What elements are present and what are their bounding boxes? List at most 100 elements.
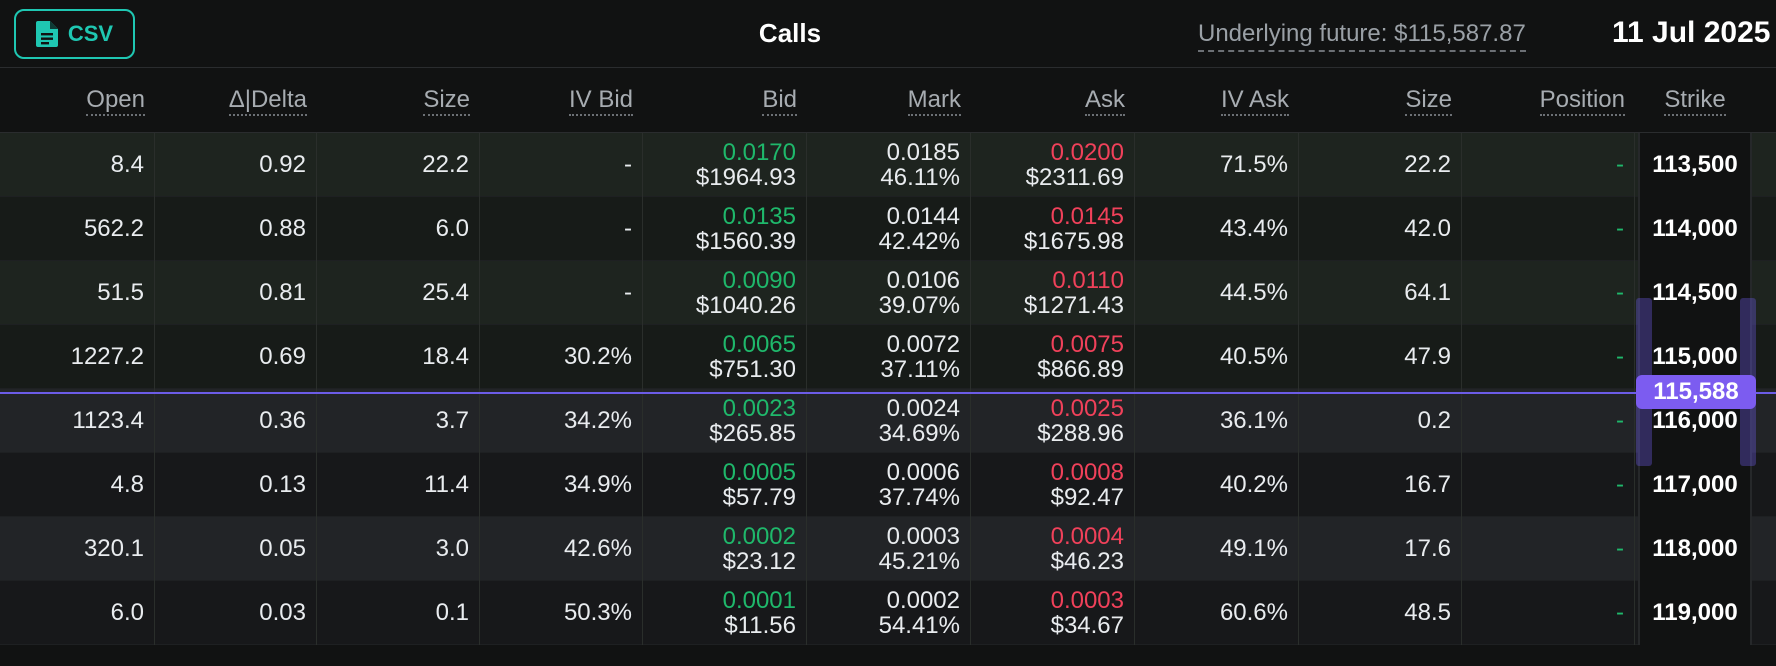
delta-cell: 0.13 bbox=[155, 453, 317, 517]
strike-cell[interactable]: 113,500 bbox=[1638, 133, 1752, 197]
table-row[interactable]: 51.5 0.81 25.4-0.0090 $1040.26 0.0106 39.07% 0… bbox=[0, 261, 1776, 325]
mark-cell: 0.0002 54.41% bbox=[807, 581, 971, 645]
delta-cell: 0.05 bbox=[155, 517, 317, 581]
col-bid[interactable]: Bid bbox=[643, 69, 807, 133]
strike-cell[interactable]: 119,000 bbox=[1638, 581, 1752, 645]
iv-ask-cell: 36.1% bbox=[1135, 389, 1299, 453]
ask-cell[interactable]: 0.0004 $46.23 bbox=[971, 517, 1135, 581]
bid-size-cell: 11.4 bbox=[317, 453, 480, 517]
col-bid-size[interactable]: Size bbox=[317, 69, 480, 133]
strike-cell[interactable]: 114,500 bbox=[1638, 261, 1752, 325]
position-cell: - bbox=[1462, 517, 1635, 581]
iv-ask-cell: 40.2% bbox=[1135, 453, 1299, 517]
open-cell: 8.4 bbox=[0, 133, 155, 197]
bid-size-cell: 6.0 bbox=[317, 197, 480, 261]
bid-size-cell: 25.4 bbox=[317, 261, 480, 325]
col-ask-size[interactable]: Size bbox=[1299, 69, 1462, 133]
open-cell: 51.5 bbox=[0, 261, 155, 325]
bid-cell[interactable]: 0.0002 $23.12 bbox=[643, 517, 807, 581]
bid-size-cell: 3.0 bbox=[317, 517, 480, 581]
mark-cell: 0.0106 39.07% bbox=[807, 261, 971, 325]
iv-ask-cell: 71.5% bbox=[1135, 133, 1299, 197]
ask-cell[interactable]: 0.0025 $288.96 bbox=[971, 389, 1135, 453]
strike-cell[interactable]: 117,000 bbox=[1638, 453, 1752, 517]
underlying-marker-line bbox=[0, 392, 1776, 394]
delta-cell: 0.69 bbox=[155, 325, 317, 389]
position-cell: - bbox=[1462, 133, 1635, 197]
mark-cell: 0.0185 46.11% bbox=[807, 133, 971, 197]
col-iv-ask[interactable]: IV Ask bbox=[1135, 69, 1299, 133]
delta-cell: 0.92 bbox=[155, 133, 317, 197]
strike-cell[interactable]: 114,000 bbox=[1638, 197, 1752, 261]
open-cell: 6.0 bbox=[0, 581, 155, 645]
mark-cell: 0.0024 34.69% bbox=[807, 389, 971, 453]
iv-bid-cell: 42.6% bbox=[480, 517, 643, 581]
open-cell: 562.2 bbox=[0, 197, 155, 261]
bid-cell[interactable]: 0.0170 $1964.93 bbox=[643, 133, 807, 197]
underlying-price[interactable]: Underlying future: $115,587.87 bbox=[1198, 20, 1526, 52]
ask-size-cell: 22.2 bbox=[1299, 133, 1462, 197]
iv-bid-cell: - bbox=[480, 261, 643, 325]
page-title: Calls bbox=[758, 18, 822, 48]
bid-cell[interactable]: 0.0090 $1040.26 bbox=[643, 261, 807, 325]
ask-cell[interactable]: 0.0110 $1271.43 bbox=[971, 261, 1135, 325]
position-cell: - bbox=[1462, 453, 1635, 517]
position-cell: - bbox=[1462, 581, 1635, 645]
ask-cell[interactable]: 0.0200 $2311.69 bbox=[971, 133, 1135, 197]
bid-cell[interactable]: 0.0023 $265.85 bbox=[643, 389, 807, 453]
iv-ask-cell: 60.6% bbox=[1135, 581, 1299, 645]
open-cell: 320.1 bbox=[0, 517, 155, 581]
col-delta[interactable]: Δ|Delta bbox=[155, 69, 317, 133]
table-row[interactable]: 8.4 0.92 22.2-0.0170 $1964.93 0.0185 46.11% 0.… bbox=[0, 133, 1776, 197]
ask-size-cell: 0.2 bbox=[1299, 389, 1462, 453]
ask-size-cell: 17.6 bbox=[1299, 517, 1462, 581]
file-icon bbox=[35, 21, 58, 47]
expiry-date: 11 Jul 2025 bbox=[1612, 16, 1771, 49]
option-chain-rows: 8.4 0.92 22.2-0.0170 $1964.93 0.0185 46.11% 0.… bbox=[0, 133, 1776, 645]
iv-bid-cell: - bbox=[480, 197, 643, 261]
csv-export-button[interactable]: CSV bbox=[14, 9, 135, 59]
table-row[interactable]: 6.0 0.03 0.1 50.3% 0.0001 $11.56 0.0002 54.41% 0… bbox=[0, 581, 1776, 645]
iv-bid-cell: 34.2% bbox=[480, 389, 643, 453]
options-toolbar: CSV Calls Underlying future: $115,587.87… bbox=[0, 0, 1776, 68]
ask-size-cell: 48.5 bbox=[1299, 581, 1462, 645]
table-row[interactable]: 1227.2 0.69 18.4 30.2% 0.0065 $751.30 0.0072 37… bbox=[0, 325, 1776, 389]
col-ask[interactable]: Ask bbox=[971, 69, 1135, 133]
ask-size-cell: 42.0 bbox=[1299, 197, 1462, 261]
ask-cell[interactable]: 0.0145 $1675.98 bbox=[971, 197, 1135, 261]
strike-cell[interactable]: 118,000 bbox=[1638, 517, 1752, 581]
underlying-marker-badge: 115,588 bbox=[1636, 375, 1756, 409]
mark-cell: 0.0144 42.42% bbox=[807, 197, 971, 261]
mark-cell: 0.0072 37.11% bbox=[807, 325, 971, 389]
bid-cell[interactable]: 0.0001 $11.56 bbox=[643, 581, 807, 645]
open-cell: 1123.4 bbox=[0, 389, 155, 453]
table-row[interactable]: 320.1 0.05 3.0 42.6% 0.0002 $23.12 0.0003 45.21… bbox=[0, 517, 1776, 581]
col-position[interactable]: Position bbox=[1462, 69, 1635, 133]
mark-cell: 0.0003 45.21% bbox=[807, 517, 971, 581]
iv-bid-cell: - bbox=[480, 133, 643, 197]
iv-ask-cell: 44.5% bbox=[1135, 261, 1299, 325]
col-mark[interactable]: Mark bbox=[807, 69, 971, 133]
ask-cell[interactable]: 0.0008 $92.47 bbox=[971, 453, 1135, 517]
ask-cell[interactable]: 0.0075 $866.89 bbox=[971, 325, 1135, 389]
position-cell: - bbox=[1462, 197, 1635, 261]
bid-cell[interactable]: 0.0065 $751.30 bbox=[643, 325, 807, 389]
position-cell: - bbox=[1462, 325, 1635, 389]
table-row[interactable]: 4.8 0.13 11.4 34.9% 0.0005 $57.79 0.0006 37.74%… bbox=[0, 453, 1776, 517]
iv-bid-cell: 34.9% bbox=[480, 453, 643, 517]
col-iv-bid[interactable]: IV Bid bbox=[480, 69, 643, 133]
bid-size-cell: 22.2 bbox=[317, 133, 480, 197]
bid-cell[interactable]: 0.0135 $1560.39 bbox=[643, 197, 807, 261]
iv-bid-cell: 50.3% bbox=[480, 581, 643, 645]
iv-ask-cell: 40.5% bbox=[1135, 325, 1299, 389]
col-open[interactable]: Open bbox=[0, 69, 155, 133]
bid-size-cell: 3.7 bbox=[317, 389, 480, 453]
col-strike[interactable]: Strike bbox=[1638, 69, 1752, 133]
ask-cell[interactable]: 0.0003 $34.67 bbox=[971, 581, 1135, 645]
delta-cell: 0.88 bbox=[155, 197, 317, 261]
table-row[interactable]: 562.2 0.88 6.0-0.0135 $1560.39 0.0144 42.42% 0… bbox=[0, 197, 1776, 261]
position-cell: - bbox=[1462, 261, 1635, 325]
ask-size-cell: 47.9 bbox=[1299, 325, 1462, 389]
bid-cell[interactable]: 0.0005 $57.79 bbox=[643, 453, 807, 517]
table-row[interactable]: 1123.4 0.36 3.7 34.2% 0.0023 $265.85 0.0024 34.… bbox=[0, 389, 1776, 453]
